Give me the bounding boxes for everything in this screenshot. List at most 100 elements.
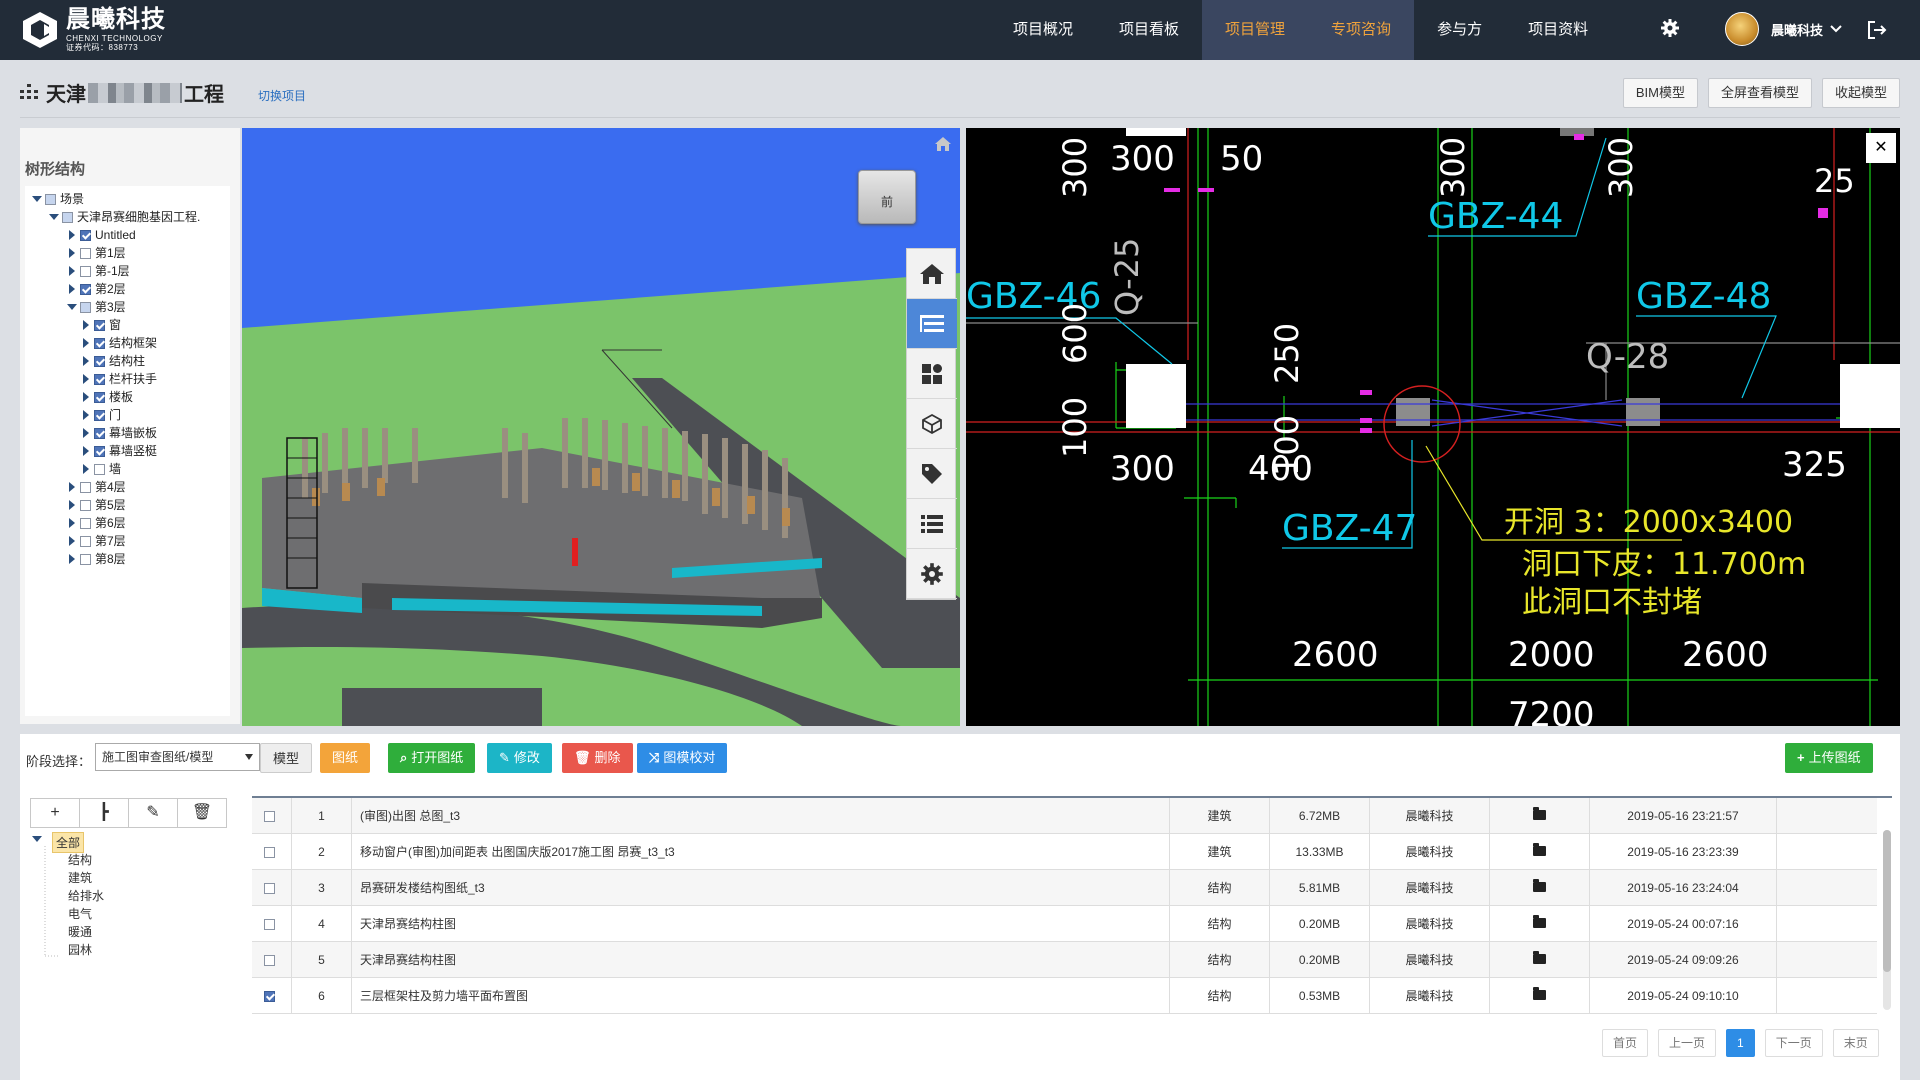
category-item[interactable]: 建筑 [68, 869, 92, 886]
tool-cube[interactable] [907, 399, 957, 449]
category-item[interactable]: 暖通 [68, 923, 92, 940]
tree-checkbox[interactable] [80, 283, 91, 295]
table-scrollbar[interactable] [1883, 830, 1891, 1010]
caret-right-icon[interactable] [83, 392, 89, 402]
tree-node[interactable]: 门 [81, 406, 121, 424]
caret-right-icon[interactable] [83, 320, 89, 330]
tree-node[interactable]: 结构柱 [81, 352, 145, 370]
tree-checkbox[interactable] [94, 373, 105, 385]
folder-icon[interactable] [1533, 914, 1546, 928]
tree-node[interactable]: 第5层 [67, 496, 126, 514]
tree-checkbox[interactable] [94, 427, 105, 439]
row-checkbox[interactable] [264, 990, 275, 1002]
add-subcategory-button[interactable]: ┣ [80, 799, 129, 827]
table-row[interactable]: 1 (审图)出图 总图_t3 建筑 6.72MB 晨曦科技 2019-05-16 23:2… [252, 797, 1877, 834]
caret-right-icon[interactable] [83, 374, 89, 384]
tree-node[interactable]: 窗 [81, 316, 121, 334]
user-menu[interactable]: 晨曦科技 [1725, 12, 1843, 46]
tool-layers[interactable] [907, 299, 957, 349]
edit-button[interactable]: ✎ 修改 [487, 743, 552, 773]
caret-right-icon[interactable] [69, 266, 75, 276]
tree-node[interactable]: 第8层 [67, 550, 126, 568]
gear-icon[interactable] [1660, 18, 1680, 38]
tree-node[interactable]: 第7层 [67, 532, 126, 550]
folder-icon[interactable] [1533, 950, 1546, 964]
next-page-button[interactable]: 下一页 [1764, 1029, 1823, 1057]
last-page-button[interactable]: 末页 [1832, 1029, 1879, 1057]
caret-right-icon[interactable] [69, 248, 75, 258]
table-row[interactable]: 6 三层框架柱及剪力墙平面布置图 结构 0.53MB 晨曦科技 2019-05-24 09… [252, 977, 1877, 1014]
nav-item-participants[interactable]: 参与方 [1414, 0, 1505, 60]
tree-node[interactable]: 天津昂赛细胞基因工程. [49, 208, 200, 226]
row-checkbox[interactable] [264, 918, 275, 930]
caret-right-icon[interactable] [69, 536, 75, 546]
nav-item-overview[interactable]: 项目概况 [990, 0, 1096, 60]
prev-page-button[interactable]: 上一页 [1658, 1029, 1717, 1057]
table-row[interactable]: 2 移动窗户(审图)加间距表 出图国庆版2017施工图 昂赛_t3_t3 建筑 13.… [252, 833, 1877, 870]
row-checkbox[interactable] [264, 954, 275, 966]
caret-right-icon[interactable] [69, 554, 75, 564]
caret-right-icon[interactable] [83, 446, 89, 456]
tree-checkbox[interactable] [94, 355, 105, 367]
caret-right-icon[interactable] [69, 518, 75, 528]
tree-checkbox[interactable] [94, 463, 105, 475]
table-row[interactable]: 4 天津昂赛结构柱图 结构 0.20MB 晨曦科技 2019-05-24 00:07:16 [252, 905, 1877, 942]
tree-node[interactable]: 第-1层 [67, 262, 130, 280]
category-item[interactable]: 电气 [68, 905, 92, 922]
model-button[interactable]: 模型 [260, 743, 313, 773]
view-cube[interactable]: 前 [858, 170, 916, 224]
nav-item-project-management[interactable]: 项目管理 [1202, 0, 1309, 60]
caret-right-icon[interactable] [83, 356, 89, 366]
tool-list[interactable] [907, 499, 957, 549]
bim-model-button[interactable]: BIM模型 [1622, 78, 1698, 108]
bim-3d-viewer[interactable]: 前 [242, 128, 960, 726]
stage-select[interactable]: 施工图审查图纸/模型 [95, 743, 260, 771]
tree-checkbox[interactable] [80, 499, 91, 511]
category-item[interactable]: 给排水 [68, 887, 104, 904]
tree-checkbox[interactable] [80, 229, 91, 241]
tool-tag[interactable] [907, 449, 957, 499]
tree-checkbox[interactable] [94, 319, 105, 331]
delete-category-button[interactable]: 🗑 [178, 799, 226, 827]
tree-checkbox[interactable] [80, 553, 91, 565]
table-row[interactable]: 3 昂赛研发楼结构图纸_t3 结构 5.81MB 晨曦科技 2019-05-16 23:2… [252, 869, 1877, 906]
folder-icon[interactable] [1533, 878, 1546, 892]
caret-right-icon[interactable] [83, 428, 89, 438]
tool-components[interactable] [907, 349, 957, 399]
brand-logo[interactable]: 晨曦科技 CHENXI TECHNOLOGY 证券代码：838773 [20, 8, 166, 52]
switch-project-link[interactable]: 切换项目 [258, 87, 306, 104]
tree-checkbox[interactable] [80, 247, 91, 259]
tree-checkbox[interactable] [80, 481, 91, 493]
nav-item-board[interactable]: 项目看板 [1096, 0, 1202, 60]
tree-node[interactable]: 第4层 [67, 478, 126, 496]
tree-checkbox[interactable] [80, 535, 91, 547]
tree-node[interactable]: 第6层 [67, 514, 126, 532]
caret-right-icon[interactable] [69, 284, 75, 294]
tree-checkbox[interactable] [45, 193, 56, 205]
fullscreen-model-button[interactable]: 全屏查看模型 [1707, 78, 1812, 108]
first-page-button[interactable]: 首页 [1602, 1029, 1649, 1057]
tree-node[interactable]: 第3层 [67, 298, 126, 316]
tree-checkbox[interactable] [80, 265, 91, 277]
nav-item-consulting[interactable]: 专项咨询 [1308, 0, 1415, 60]
category-all[interactable]: 全部 [52, 832, 85, 853]
tree-node[interactable]: 第2层 [67, 280, 126, 298]
caret-down-icon[interactable] [67, 304, 77, 310]
caret-right-icon[interactable] [69, 482, 75, 492]
open-drawing-button[interactable]: ⌕ 打开图纸 [388, 743, 476, 773]
tree-node[interactable]: 第1层 [67, 244, 126, 262]
tree-checkbox[interactable] [62, 211, 73, 223]
tree-node[interactable]: 楼板 [81, 388, 133, 406]
caret-right-icon[interactable] [69, 230, 75, 240]
tree-node[interactable]: 幕墙竖梃 [81, 442, 157, 460]
drawing-button[interactable]: 图纸 [320, 743, 371, 773]
tree-node[interactable]: 墙 [81, 460, 121, 478]
caret-right-icon[interactable] [69, 500, 75, 510]
tree-checkbox[interactable] [94, 337, 105, 349]
folder-icon[interactable] [1533, 842, 1546, 856]
home-icon[interactable] [934, 136, 952, 152]
logout-icon[interactable] [1866, 20, 1888, 40]
add-category-button[interactable]: + [31, 799, 80, 827]
delete-button[interactable]: 🗑 删除 [562, 743, 633, 773]
tree-node[interactable]: 场景 [32, 190, 84, 208]
